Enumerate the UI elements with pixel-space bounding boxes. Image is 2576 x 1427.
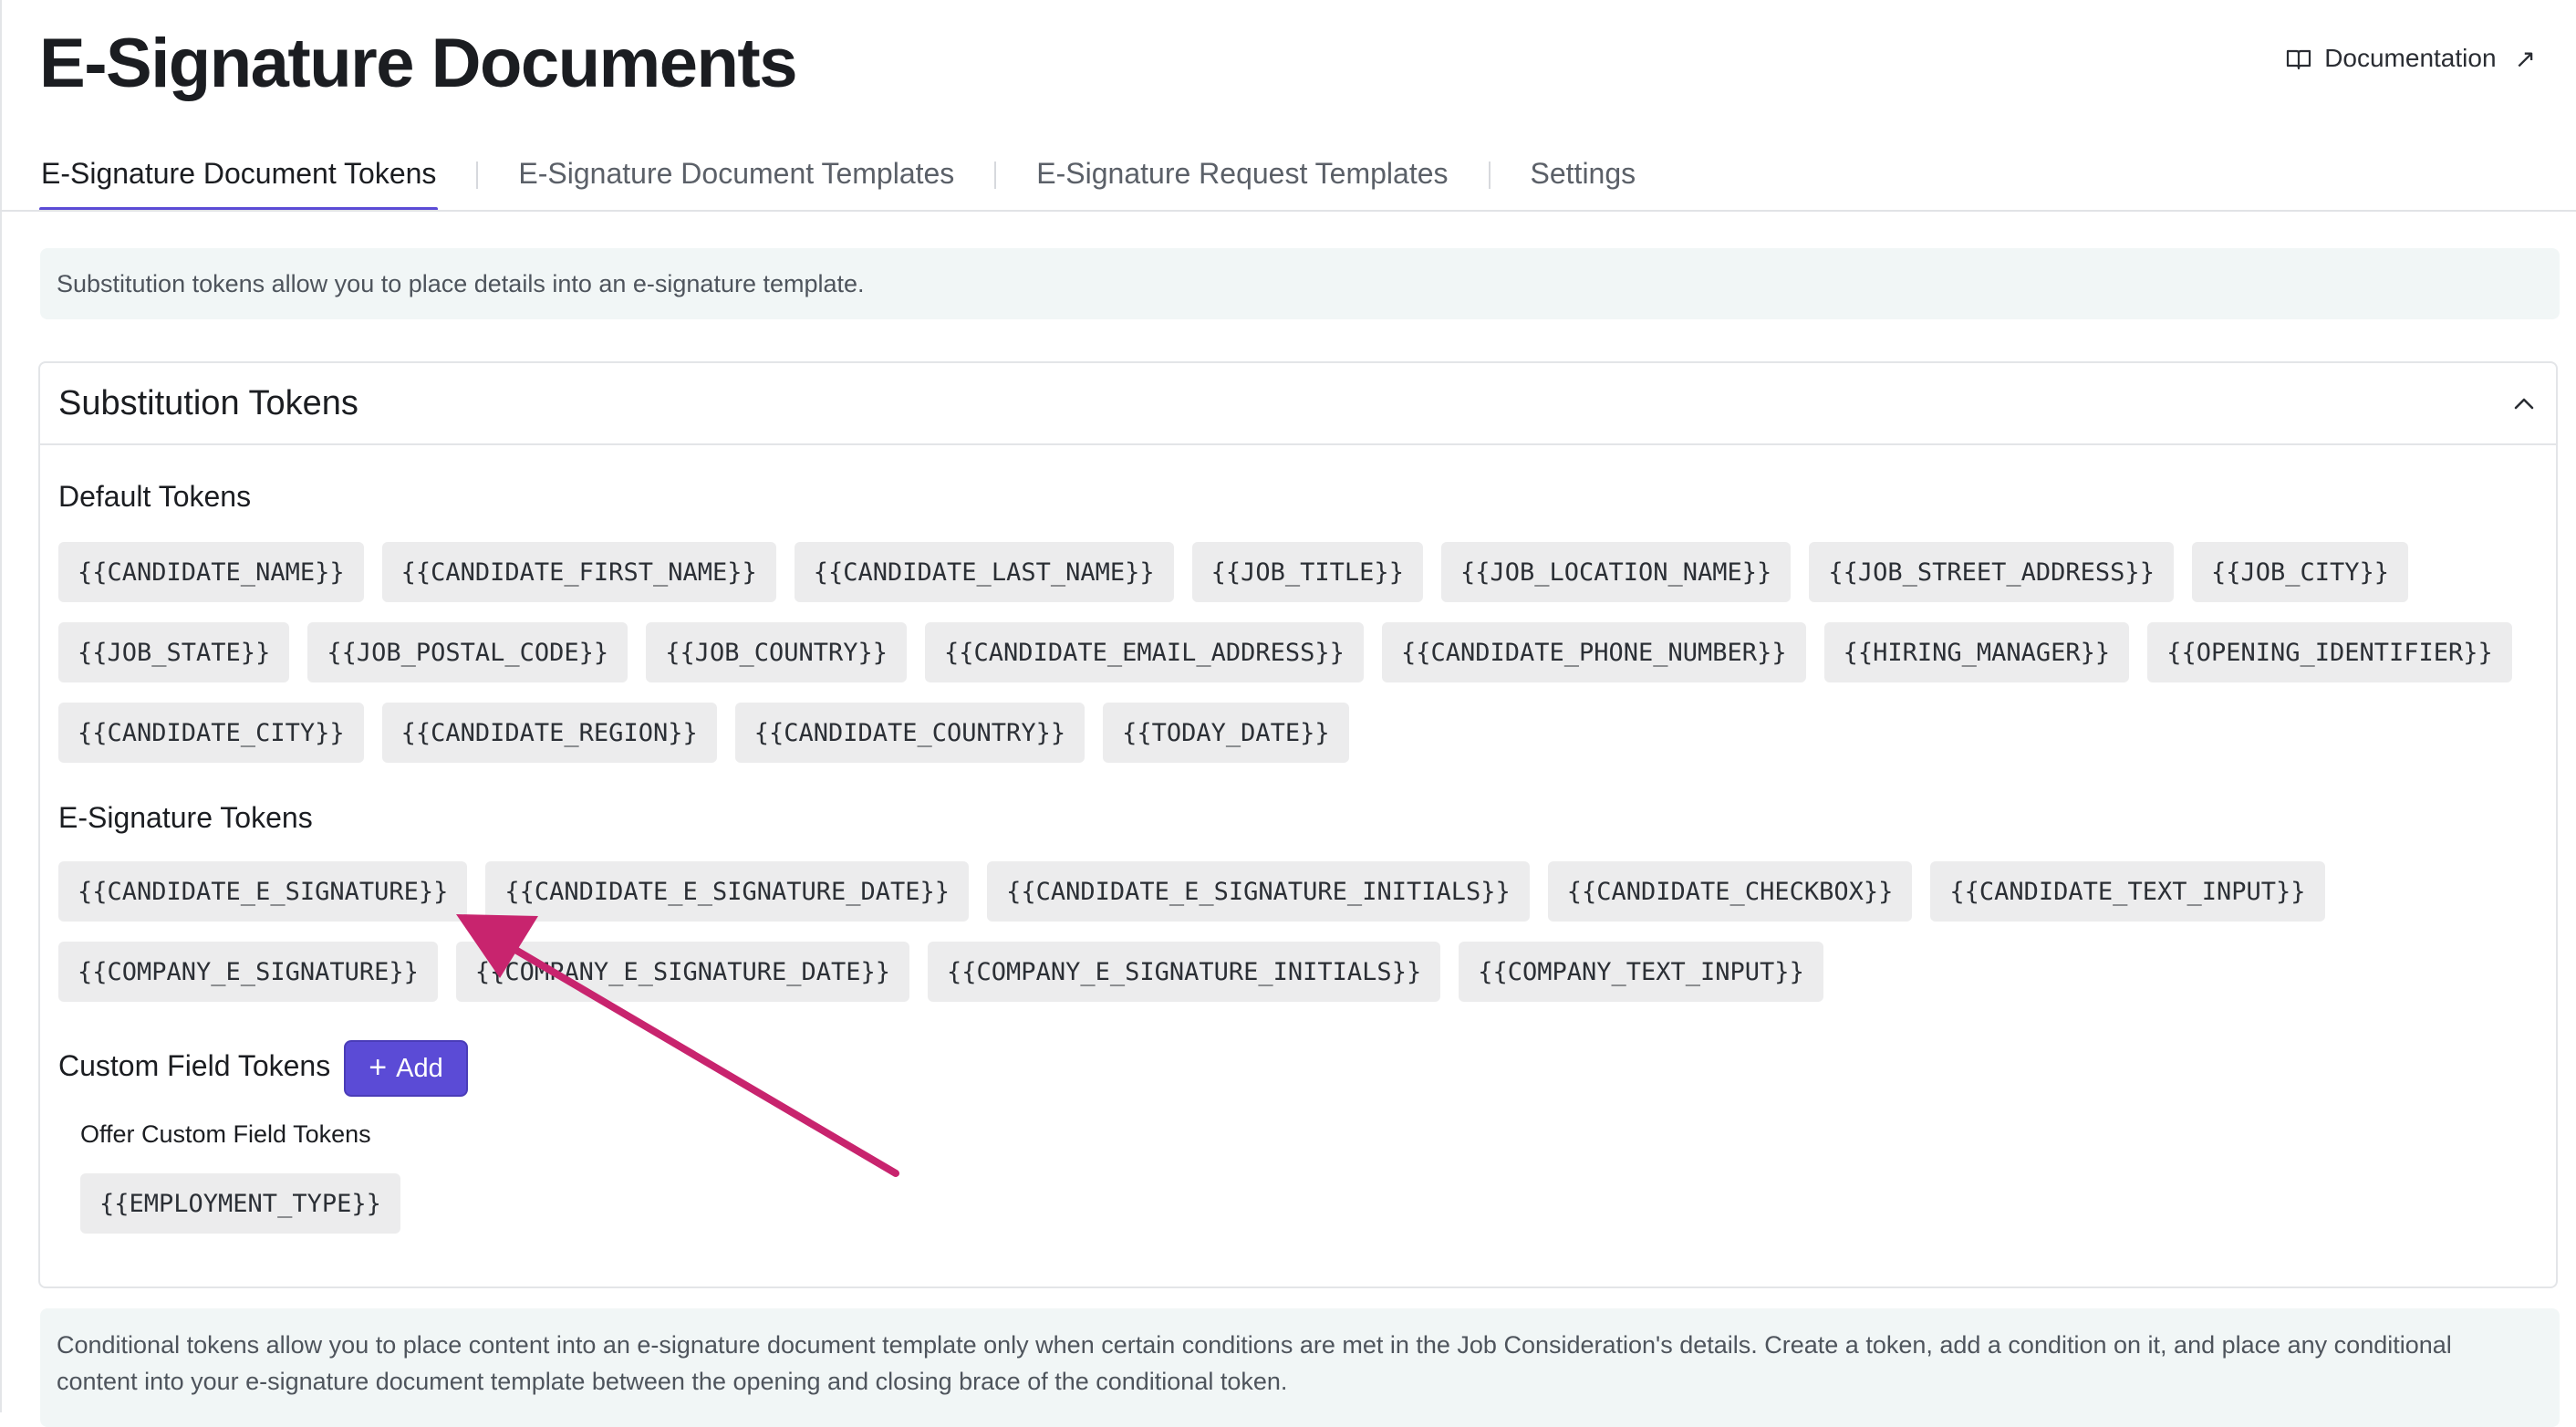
token-chip[interactable]: {{CANDIDATE_CITY}}: [58, 703, 364, 763]
token-chip[interactable]: {{JOB_TITLE}}: [1191, 542, 1423, 602]
external-link-icon: ↗: [2514, 44, 2536, 73]
token-chip[interactable]: {{CANDIDATE_LAST_NAME}}: [794, 542, 1174, 602]
token-chip[interactable]: {{JOB_COUNTRY}}: [646, 622, 908, 682]
token-chip[interactable]: {{JOB_LOCATION_NAME}}: [1440, 542, 1792, 602]
default-tokens-row-1: {{CANDIDATE_NAME}} {{CANDIDATE_FIRST_NAM…: [58, 542, 2409, 602]
tab-settings[interactable]: Settings: [1529, 146, 1638, 211]
chevron-up-icon[interactable]: [2510, 390, 2538, 417]
conditional-info-line-2: content into your e-signature document t…: [57, 1368, 1288, 1395]
token-chip[interactable]: {{CANDIDATE_E_SIGNATURE}}: [58, 861, 468, 922]
tab-divider: [1488, 161, 1491, 189]
token-chip[interactable]: {{CANDIDATE_FIRST_NAME}}: [381, 542, 776, 602]
token-chip[interactable]: {{CANDIDATE_EMAIL_ADDRESS}}: [925, 622, 1364, 682]
custom-field-tokens-title: Custom Field Tokens: [58, 1049, 331, 1082]
offer-custom-tokens-row: {{EMPLOYMENT_TYPE}}: [80, 1173, 400, 1234]
substitution-info-text: Substitution tokens allow you to place d…: [57, 269, 865, 297]
panel-title: Substitution Tokens: [58, 383, 358, 422]
token-chip[interactable]: {{CANDIDATE_PHONE_NUMBER}}: [1381, 622, 1806, 682]
page: E-Signature Documents Documentation ↗ E-…: [0, 0, 2576, 1427]
tab-divider: [994, 161, 997, 189]
esignature-tokens-row-1: {{CANDIDATE_E_SIGNATURE}} {{CANDIDATE_E_…: [58, 861, 2325, 922]
token-chip[interactable]: {{COMPANY_E_SIGNATURE_INITIALS}}: [928, 942, 1441, 1002]
token-chip[interactable]: {{CANDIDATE_CHECKBOX}}: [1547, 861, 1913, 922]
token-chip[interactable]: {{EMPLOYMENT_TYPE}}: [80, 1173, 400, 1234]
documentation-link[interactable]: Documentation ↗: [2286, 40, 2536, 77]
token-chip[interactable]: {{CANDIDATE_TEXT_INPUT}}: [1930, 861, 2325, 922]
default-tokens-title: Default Tokens: [58, 480, 252, 513]
esignature-tokens-row-2: {{COMPANY_E_SIGNATURE}} {{COMPANY_E_SIGN…: [58, 942, 1823, 1002]
offer-custom-field-tokens-title: Offer Custom Field Tokens: [80, 1120, 371, 1148]
conditional-info-line-1: Conditional tokens allow you to place co…: [57, 1331, 2452, 1359]
default-tokens-row-3: {{CANDIDATE_CITY}} {{CANDIDATE_REGION}} …: [58, 703, 1349, 763]
panel-header[interactable]: Substitution Tokens: [40, 363, 2556, 445]
plus-icon: +: [369, 1049, 388, 1085]
esignature-tokens-title: E-Signature Tokens: [58, 801, 313, 834]
page-title: E-Signature Documents: [39, 25, 797, 102]
token-chip[interactable]: {{CANDIDATE_NAME}}: [58, 542, 364, 602]
token-chip[interactable]: {{COMPANY_E_SIGNATURE_DATE}}: [455, 942, 910, 1002]
conditional-tokens-info: Conditional tokens allow you to place co…: [40, 1308, 2560, 1427]
substitution-info-banner: Substitution tokens allow you to place d…: [40, 248, 2560, 319]
book-icon: [2286, 47, 2311, 70]
documentation-link-label: Documentation: [2324, 44, 2497, 72]
tab-esignature-request-templates[interactable]: E-Signature Request Templates: [1034, 146, 1449, 211]
token-chip[interactable]: {{JOB_STREET_ADDRESS}}: [1809, 542, 2174, 602]
token-chip[interactable]: {{JOB_POSTAL_CODE}}: [307, 622, 628, 682]
token-chip[interactable]: {{TODAY_DATE}}: [1103, 703, 1349, 763]
token-chip[interactable]: {{CANDIDATE_REGION}}: [381, 703, 717, 763]
default-tokens-row-2: {{JOB_STATE}} {{JOB_POSTAL_CODE}} {{JOB_…: [58, 622, 2512, 682]
token-chip[interactable]: {{COMPANY_TEXT_INPUT}}: [1459, 942, 1823, 1002]
substitution-tokens-panel: Substitution Tokens Default Tokens {{CAN…: [38, 361, 2558, 1288]
add-button-label: Add: [396, 1053, 443, 1083]
token-chip[interactable]: {{JOB_STATE}}: [58, 622, 290, 682]
token-chip[interactable]: {{COMPANY_E_SIGNATURE}}: [58, 942, 438, 1002]
token-chip[interactable]: {{JOB_CITY}}: [2191, 542, 2409, 602]
token-chip[interactable]: {{CANDIDATE_E_SIGNATURE_INITIALS}}: [987, 861, 1530, 922]
left-border: [0, 0, 2, 1412]
token-chip[interactable]: {{HIRING_MANAGER}}: [1823, 622, 2130, 682]
tab-bar: E-Signature Document Tokens E-Signature …: [39, 146, 1637, 212]
tabs-underline: [0, 210, 2576, 212]
token-chip[interactable]: {{CANDIDATE_COUNTRY}}: [734, 703, 1085, 763]
token-chip[interactable]: {{OPENING_IDENTIFIER}}: [2147, 622, 2512, 682]
tab-divider: [476, 161, 479, 189]
add-custom-token-button[interactable]: + Add: [344, 1040, 468, 1097]
tab-esignature-document-tokens[interactable]: E-Signature Document Tokens: [39, 146, 439, 211]
tab-esignature-document-templates[interactable]: E-Signature Document Templates: [516, 146, 956, 211]
token-chip[interactable]: {{CANDIDATE_E_SIGNATURE_DATE}}: [485, 861, 970, 922]
